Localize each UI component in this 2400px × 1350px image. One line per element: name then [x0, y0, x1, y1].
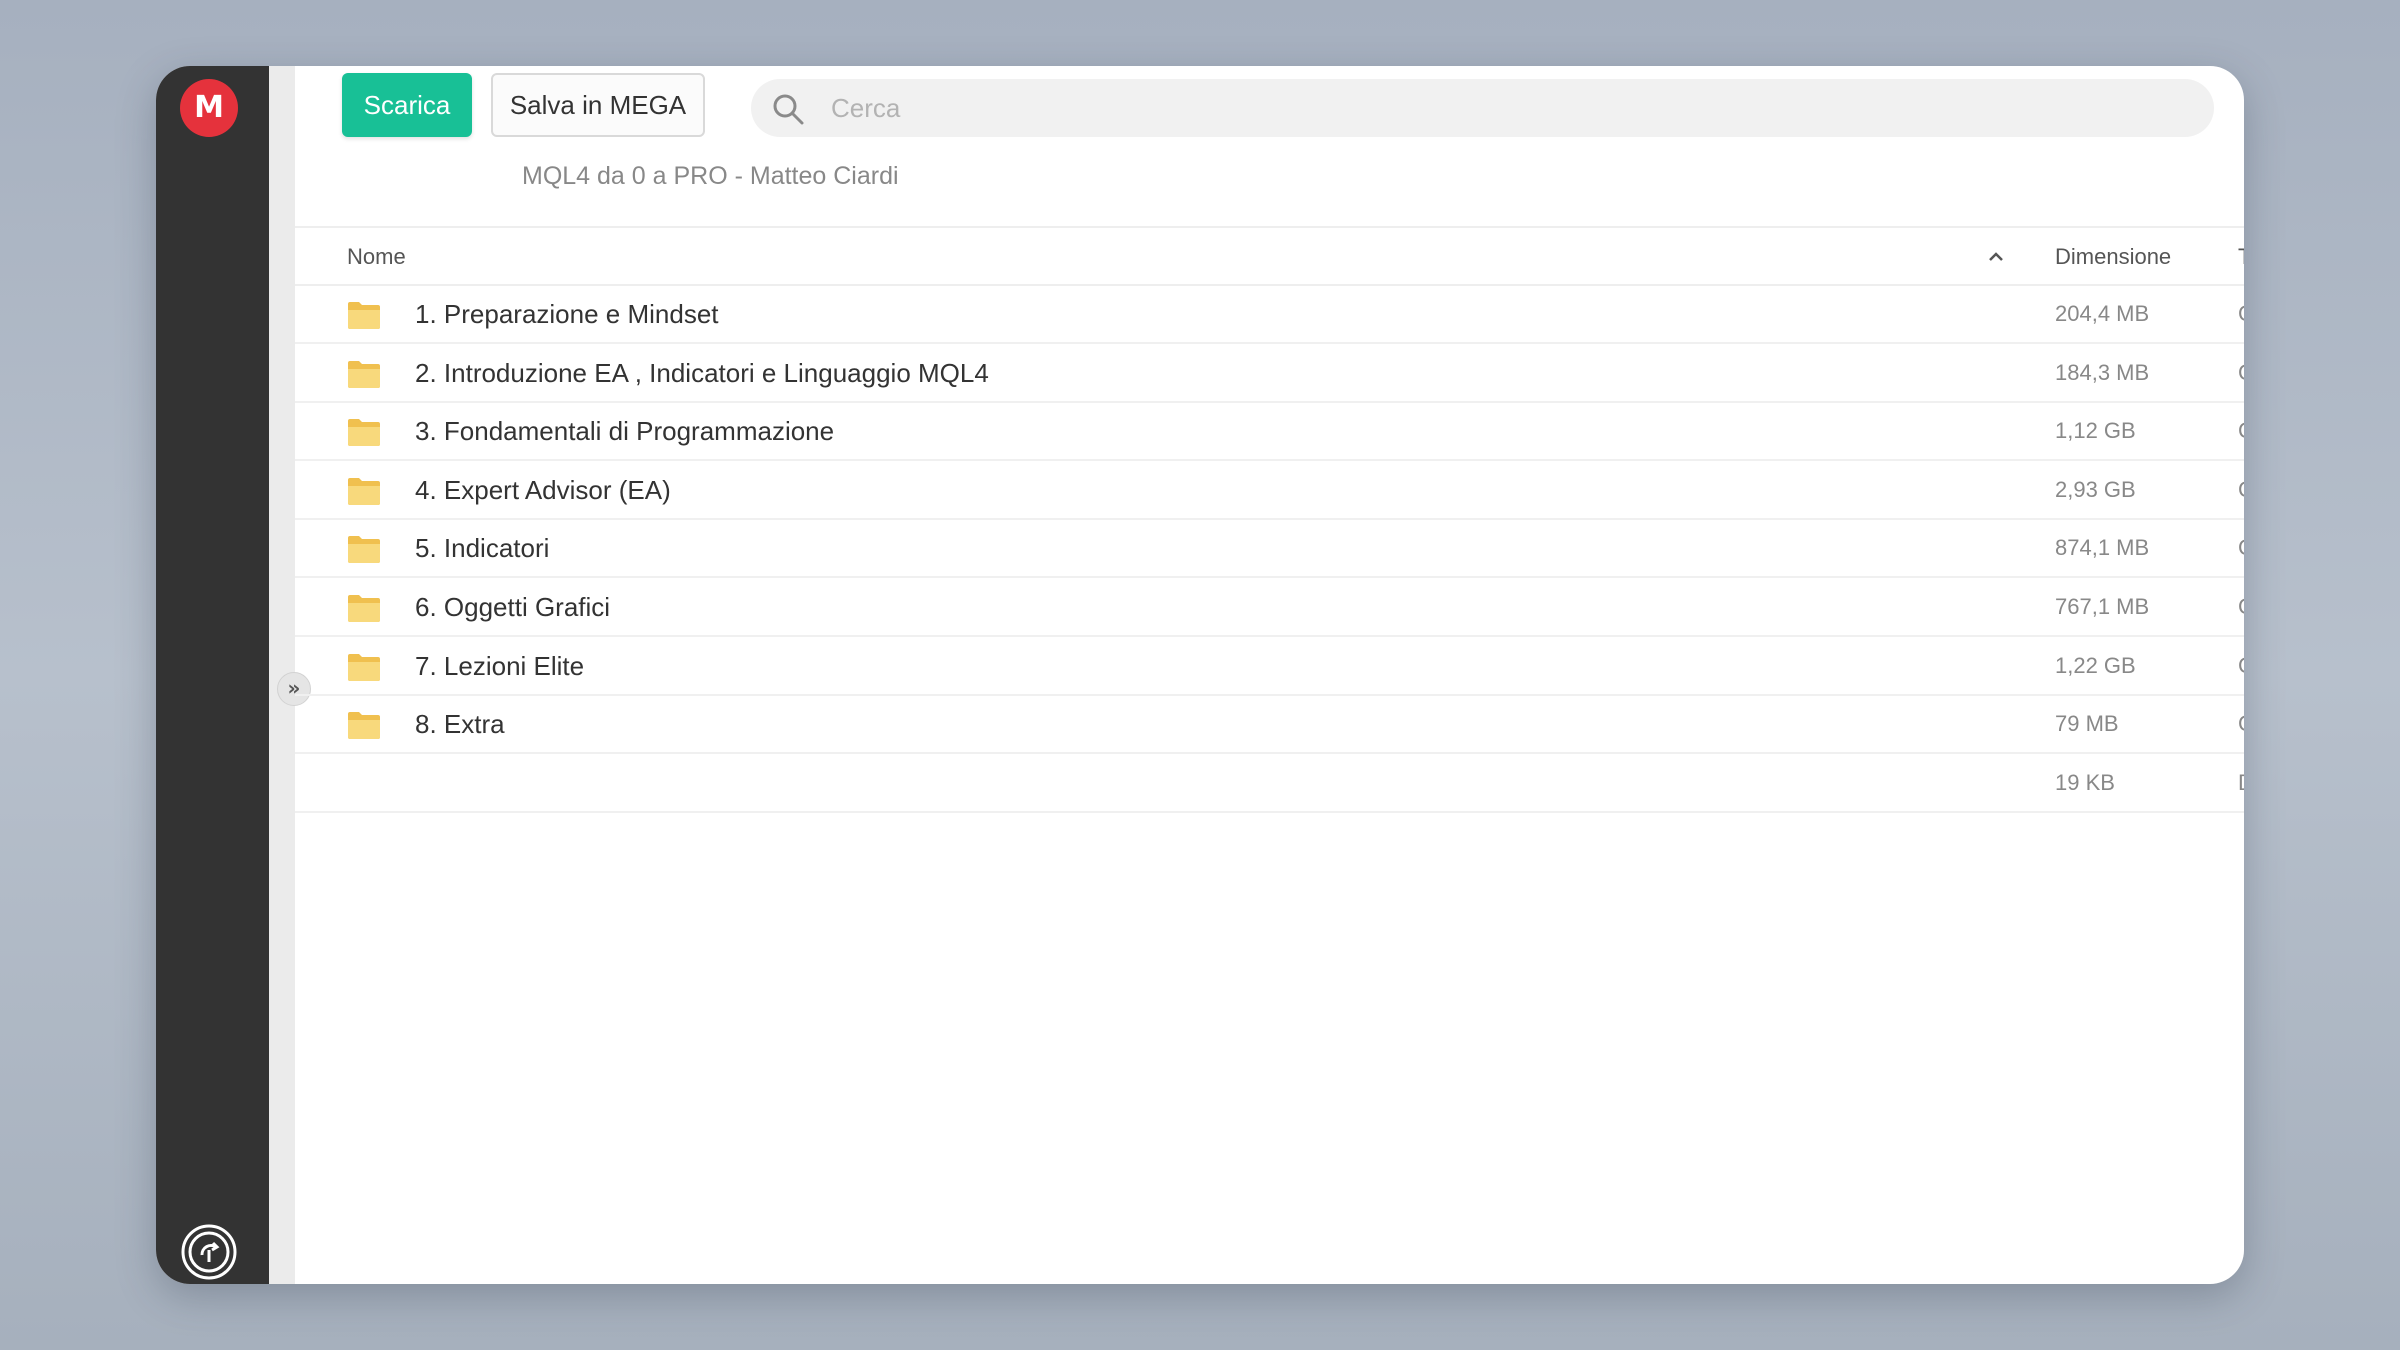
- cell-type: Cartella: [2238, 579, 2244, 635]
- breadcrumb[interactable]: MQL4 da 0 a PRO - Matteo Ciardi: [522, 162, 899, 191]
- mega-window: M » Scarica Salva in MEGA MQL4 da 0 a PR…: [156, 66, 2244, 1284]
- cell-name: 7. Lezioni Elite: [415, 650, 585, 681]
- search-icon: [773, 94, 804, 125]
- cell-type: Cartella: [2238, 520, 2244, 576]
- table-row[interactable]: 1. Preparazione e Mindset 204,4 MB Cartell…: [295, 286, 2244, 344]
- cell-size: 79 MB: [2055, 711, 2119, 737]
- cell-size: 874,1 MB: [2055, 535, 2150, 561]
- cell-name: 1. Preparazione e Mindset: [415, 299, 719, 329]
- cell-type: Cartella: [2238, 286, 2244, 342]
- cell-name: 3. Fondamentali di Programmazione: [415, 416, 835, 447]
- cell-type: Documento PDF: [2238, 755, 2244, 811]
- table-row[interactable]: 2. Introduzione EA , Indicatori e Lingua…: [295, 345, 2244, 403]
- column-header-size[interactable]: Dimensione: [2055, 228, 2171, 286]
- cell-size: 2,93 GB: [2055, 476, 2136, 502]
- sidebar: M: [156, 66, 269, 1284]
- cell-size: 204,4 MB: [2055, 301, 2150, 326]
- save-to-mega-button[interactable]: Salva in MEGA: [491, 73, 705, 137]
- table-row[interactable]: 19 KB Documento PDF: [295, 755, 2244, 813]
- column-header-type[interactable]: Tipo: [2238, 228, 2244, 286]
- table-row[interactable]: 4. Expert Advisor (EA) 2,93 GB Cartella: [295, 462, 2244, 520]
- table-row[interactable]: 6. Oggetti Grafici 767,1 MB Cartella: [295, 579, 2244, 637]
- download-button[interactable]: Scarica: [342, 73, 472, 137]
- cell-name: 2. Introduzione EA , Indicatori e Lingua…: [415, 357, 989, 388]
- cell-size: 19 KB: [2055, 769, 2115, 795]
- search-bar[interactable]: [751, 79, 2214, 137]
- cell-name: 5. Indicatori: [415, 533, 550, 564]
- column-header-name[interactable]: Nome: [347, 228, 406, 286]
- cell-name: 8. Extra: [415, 709, 505, 740]
- cell-name: 4. Expert Advisor (EA): [415, 474, 671, 505]
- table-row[interactable]: 5. Indicatori 874,1 MB Cartella: [295, 520, 2244, 579]
- cell-type: Cartella: [2238, 345, 2244, 401]
- folder-icon: [348, 419, 380, 447]
- cell-size: 767,1 MB: [2055, 594, 2150, 619]
- cell-size: 1,12 GB: [2055, 418, 2136, 444]
- cell-type: Cartella: [2238, 403, 2244, 459]
- table-header: Nome Dimensione Tipo: [295, 226, 2244, 286]
- mega-logo[interactable]: M: [180, 79, 238, 137]
- table-row[interactable]: 7. Lezioni Elite 1,22 GB Cartella: [295, 638, 2244, 696]
- table-row[interactable]: 3. Fondamentali di Programmazione 1,12 GB…: [295, 403, 2244, 462]
- table-row[interactable]: 8. Extra 79 MB Cartella: [295, 696, 2244, 755]
- folder-icon: [348, 477, 380, 505]
- folder-icon: [348, 360, 380, 388]
- sort-ascending-icon[interactable]: [1987, 248, 2005, 266]
- cell-size: 184,3 MB: [2055, 359, 2150, 385]
- cell-type: Cartella: [2238, 696, 2244, 752]
- search-input[interactable]: [831, 79, 2131, 137]
- cell-type: Cartella: [2238, 462, 2244, 518]
- cell-name: 6. Oggetti Grafici: [415, 592, 611, 622]
- cell-size: 1,22 GB: [2055, 652, 2136, 678]
- transfer-sync-icon[interactable]: [180, 1223, 238, 1281]
- folder-icon: [348, 712, 380, 740]
- cell-type: Cartella: [2238, 638, 2244, 694]
- folder-icon: [348, 653, 380, 681]
- folder-icon: [348, 595, 380, 622]
- folder-icon: [348, 536, 380, 564]
- folder-icon: [348, 302, 380, 329]
